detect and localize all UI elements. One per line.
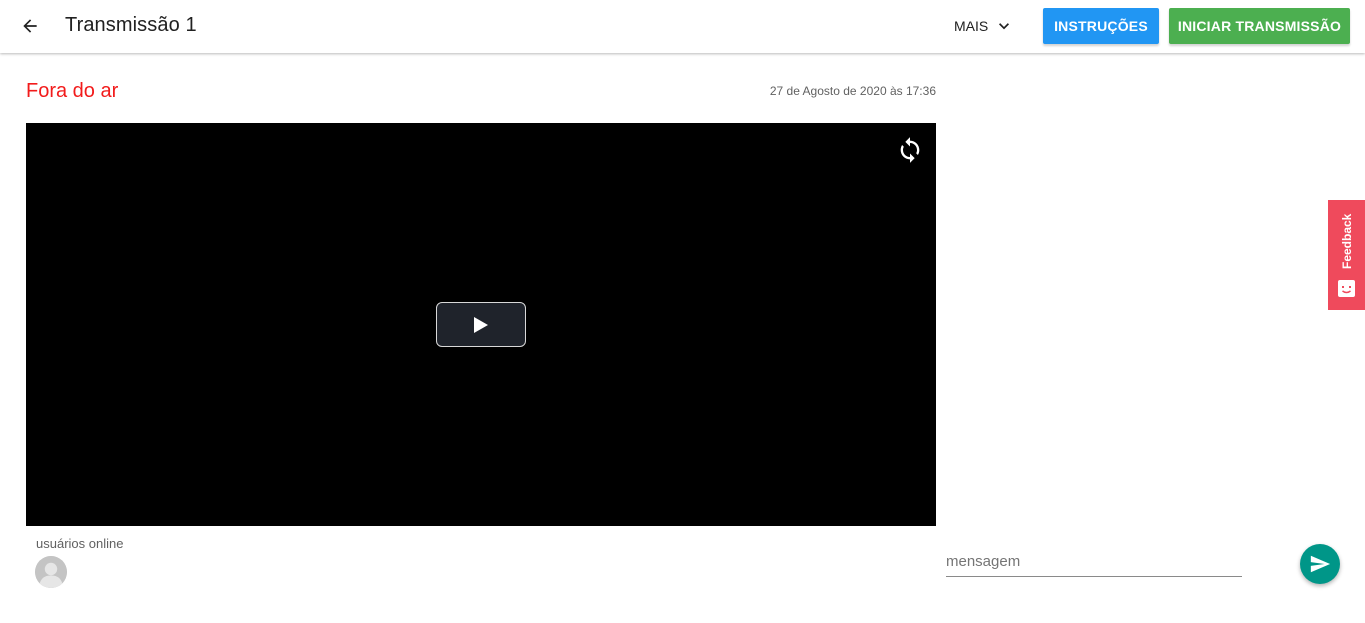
- more-label: MAIS: [954, 18, 989, 34]
- play-button[interactable]: [436, 302, 526, 347]
- stream-status: Fora do ar: [26, 80, 119, 102]
- feedback-tab[interactable]: Feedback: [1328, 200, 1365, 310]
- back-button[interactable]: [14, 10, 46, 42]
- message-field: [946, 546, 1242, 577]
- message-input[interactable]: [946, 546, 1242, 576]
- start-broadcast-button[interactable]: INICIAR TRANSMISSÃO: [1169, 8, 1350, 44]
- online-users-label: usuários online: [36, 536, 124, 551]
- stream-datetime: 27 de Agosto de 2020 às 17:36: [769, 84, 936, 98]
- user-avatar[interactable]: [35, 556, 67, 588]
- chevron-down-icon: [999, 23, 1010, 30]
- reload-button[interactable]: [895, 135, 925, 165]
- feedback-face-icon: [1338, 280, 1355, 297]
- arrow-back-icon: [23, 19, 37, 33]
- play-icon: [474, 316, 488, 333]
- send-icon: [1310, 555, 1331, 573]
- video-player[interactable]: [26, 123, 936, 526]
- avatar-icon: [35, 556, 67, 588]
- more-menu-button[interactable]: MAIS: [946, 10, 1022, 42]
- send-button[interactable]: [1300, 544, 1340, 584]
- page-title: Transmissão 1: [65, 14, 197, 36]
- feedback-label: Feedback: [1340, 213, 1354, 269]
- instructions-button[interactable]: INSTRUÇÕES: [1043, 8, 1159, 44]
- app-bar: Transmissão 1 MAIS INSTRUÇÕES INICIAR TR…: [0, 0, 1365, 53]
- reload-icon: [900, 137, 920, 163]
